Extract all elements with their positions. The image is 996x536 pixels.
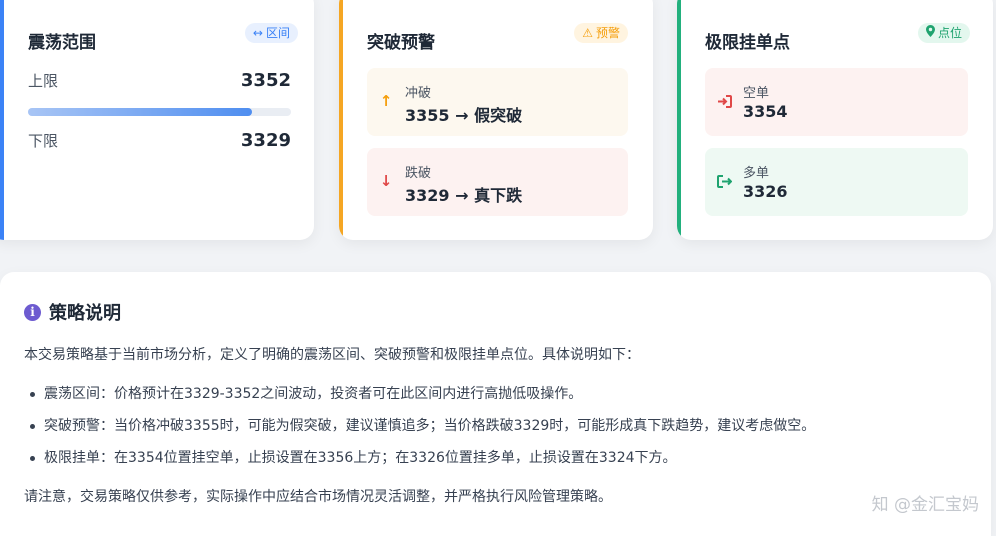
lower-row: 下限 3329 [28, 130, 291, 151]
upper-label: 上限 [28, 72, 59, 90]
upper-value: 3352 [240, 70, 291, 91]
strategy-note: 请注意，交易策略仅供参考，实际操作中应结合市场情况灵活调整，并严格执行风险管理策… [24, 489, 612, 505]
list-item: 极限挂单：在3354位置挂空单，止损设置在3356上方；在3326位置挂多单，止… [28, 448, 815, 480]
info-icon: i [24, 303, 41, 321]
limit-order-card: 极限挂单点 点位 空单 3354 多单 3326 [677, 0, 993, 240]
arrow-up-icon: ↑ [379, 92, 393, 110]
breakdown-value: 3329 → 真下跌 [405, 186, 523, 205]
point-badge-label: 点位 [937, 26, 962, 40]
range-card-title: 震荡范围 [28, 33, 96, 53]
long-order-value: 3326 [743, 182, 788, 201]
range-card: 震荡范围 ↔ 区间 上限 3352 下限 3329 [0, 0, 314, 240]
sign-in-icon [715, 92, 733, 110]
upper-row: 上限 3352 [28, 70, 291, 91]
short-order-value: 3354 [743, 102, 788, 121]
strategy-title: 策略说明 [49, 303, 121, 324]
range-bar [28, 108, 291, 116]
list-item: 震荡区间：价格预计在3329-3352之间波动，投资者可在此区间内进行高抛低吸操… [28, 384, 815, 416]
breakout-up-value: 3355 → 假突破 [405, 106, 523, 125]
lower-label: 下限 [28, 132, 59, 150]
strategy-intro: 本交易策略基于当前市场分析，定义了明确的震荡区间、突破预警和极限挂单点位。具体说… [24, 347, 640, 363]
strategy-list: 震荡区间：价格预计在3329-3352之间波动，投资者可在此区间内进行高抛低吸操… [28, 384, 815, 480]
warning-icon: ⚠ [582, 26, 593, 40]
watermark: 知 @金汇宝妈 [871, 495, 979, 515]
breakout-up-item: ↑ 冲破 3355 → 假突破 [367, 68, 628, 136]
breakout-card: 突破预警 ⚠ 预警 ↑ 冲破 3355 → 假突破 ↓ 跌破 3329 → 真下… [339, 0, 653, 240]
strategy-panel: i 策略说明 本交易策略基于当前市场分析，定义了明确的震荡区间、突破预警和极限挂… [0, 272, 991, 536]
breakdown-label: 跌破 [405, 166, 432, 181]
long-order-label: 多单 [743, 166, 770, 181]
map-pin-icon [925, 23, 935, 43]
sign-out-icon [715, 172, 733, 190]
list-item: 突破预警：当价格冲破3355时，可能为假突破，建议谨慎追多；当价格跌破3329时… [28, 416, 815, 448]
range-badge: ↔ 区间 [244, 23, 298, 43]
strategy-header: i 策略说明 [24, 299, 121, 325]
lower-value: 3329 [240, 130, 291, 151]
breakout-card-title: 突破预警 [367, 33, 435, 53]
range-bar-fill [28, 108, 252, 116]
breakout-up-label: 冲破 [405, 86, 432, 101]
breakdown-item: ↓ 跌破 3329 → 真下跌 [367, 148, 628, 216]
arrows-horizontal-icon: ↔ [252, 26, 263, 40]
alert-badge: ⚠ 预警 [574, 23, 628, 43]
limit-card-title: 极限挂单点 [705, 33, 790, 53]
alert-badge-label: 预警 [595, 26, 620, 40]
short-order-item: 空单 3354 [705, 68, 968, 136]
range-badge-label: 区间 [265, 26, 290, 40]
long-order-item: 多单 3326 [705, 148, 968, 216]
point-badge: 点位 [917, 23, 970, 43]
short-order-label: 空单 [743, 86, 770, 101]
arrow-down-icon: ↓ [379, 172, 393, 190]
